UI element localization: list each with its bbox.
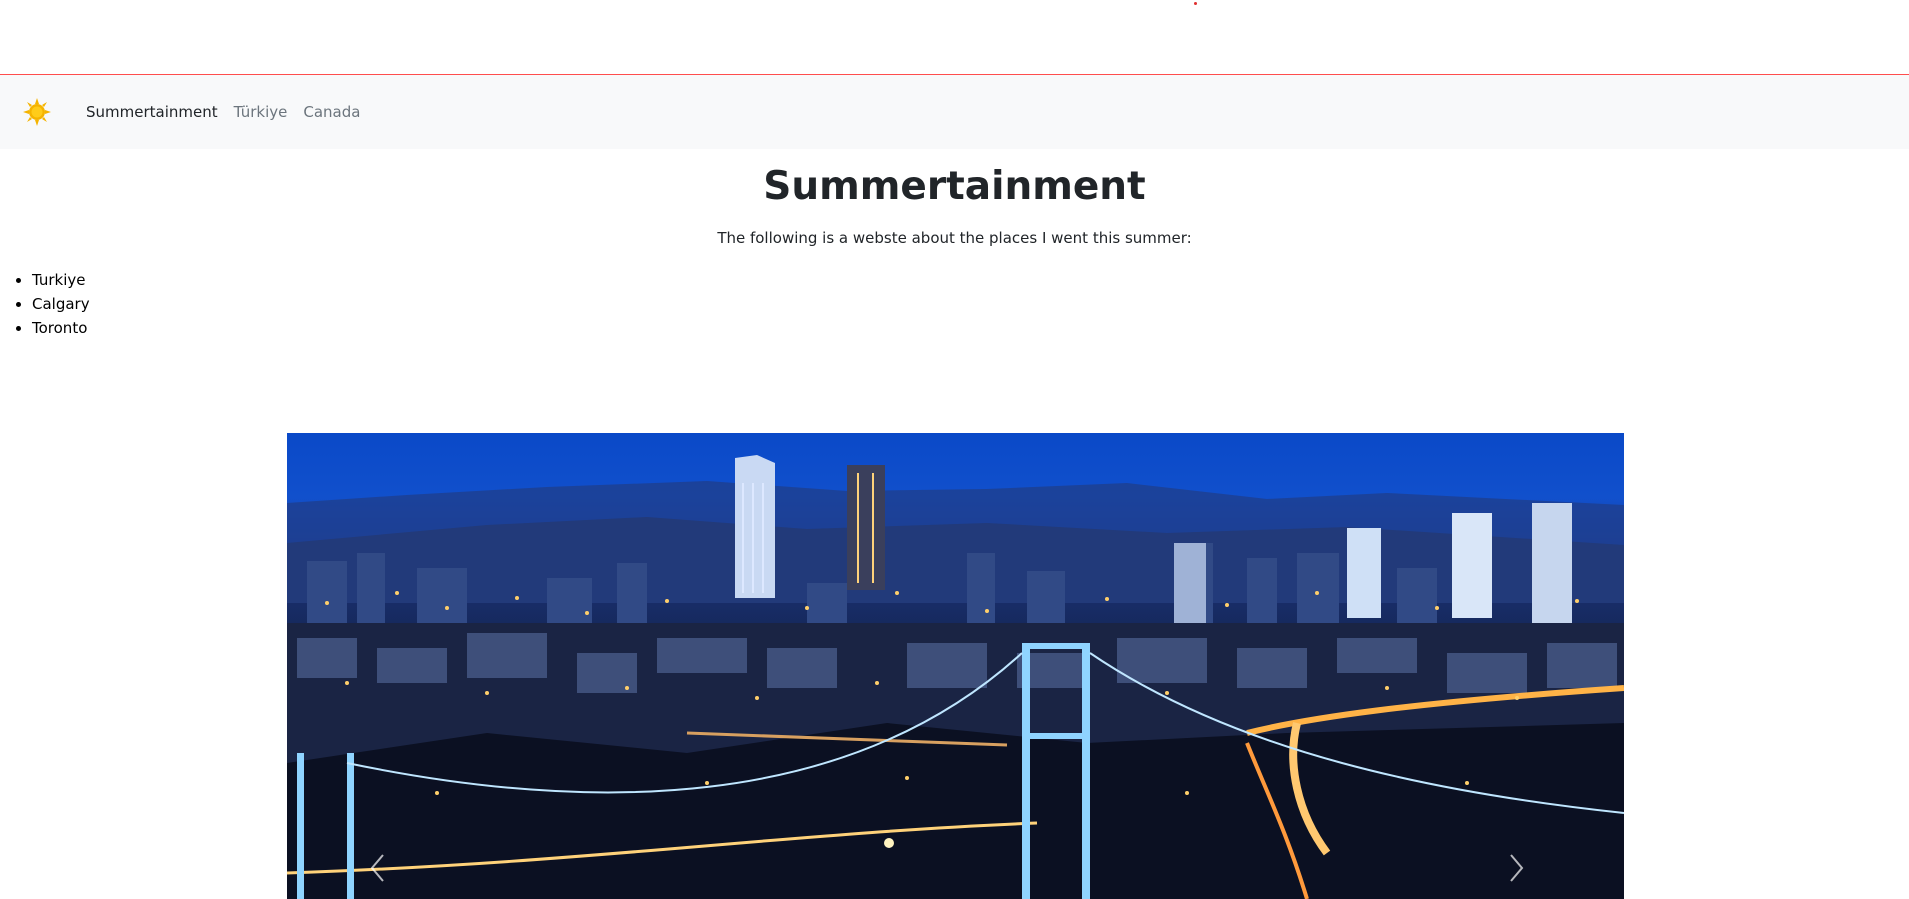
carousel-prev-button[interactable] [369, 853, 399, 893]
sun-icon [23, 98, 51, 126]
top-blank-area [0, 0, 1909, 75]
red-dot-mark [1194, 2, 1197, 5]
page-title: Summertainment [763, 164, 1146, 209]
nav-links: Summertainment Türkiye Canada [86, 103, 360, 121]
chevron-right-icon [1510, 854, 1524, 882]
intro-text: The following is a webste about the plac… [717, 229, 1192, 247]
navbar-brand[interactable] [22, 97, 52, 127]
carousel-image-istanbul [287, 455, 1624, 899]
nav-link-canada[interactable]: Canada [303, 103, 360, 121]
places-list: Turkiye Calgary Toronto [0, 268, 90, 340]
list-item: Turkiye [32, 268, 90, 292]
nav-link-turkiye[interactable]: Türkiye [234, 103, 288, 121]
carousel-next-button[interactable] [1509, 853, 1539, 893]
list-item: Toronto [32, 316, 90, 340]
chevron-left-icon [370, 854, 384, 882]
list-item: Calgary [32, 292, 90, 316]
navbar: Summertainment Türkiye Canada [0, 75, 1909, 149]
image-carousel[interactable] [287, 433, 1624, 899]
nav-link-summertainment[interactable]: Summertainment [86, 103, 218, 121]
